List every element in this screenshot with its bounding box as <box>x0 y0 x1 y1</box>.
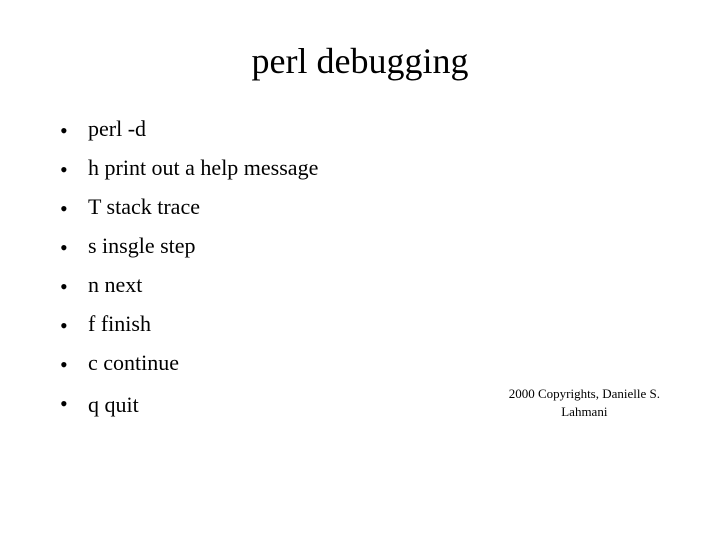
bullet-text: perl -d <box>88 112 660 145</box>
list-item: • n next <box>60 268 660 303</box>
bullet-list: • perl -d • h print out a help message •… <box>60 112 660 425</box>
bullet-text: f finish <box>88 307 660 340</box>
last-row: q quit 2000 Copyrights, Danielle S. Lahm… <box>88 385 660 421</box>
list-item: • c continue <box>60 346 660 381</box>
bullet-dot: • <box>60 192 88 225</box>
bullet-dot: • <box>60 309 88 342</box>
bullet-dot: • <box>60 270 88 303</box>
list-item: • s insgle step <box>60 229 660 264</box>
bullet-dot: • <box>60 231 88 264</box>
slide-title: perl debugging <box>60 40 660 82</box>
bullet-text: s insgle step <box>88 229 660 262</box>
list-item: • h print out a help message <box>60 151 660 186</box>
bullet-text: h print out a help message <box>88 151 660 184</box>
list-item: • f finish <box>60 307 660 342</box>
bullet-dot: • <box>60 114 88 147</box>
slide: perl debugging • perl -d • h print out a… <box>0 0 720 540</box>
bullet-text: c continue <box>88 346 660 379</box>
bullet-text: n next <box>88 268 660 301</box>
list-item: • T stack trace <box>60 190 660 225</box>
bullet-dot: • <box>60 153 88 186</box>
list-item: • perl -d <box>60 112 660 147</box>
bullet-dot: • <box>60 387 88 420</box>
copyright: 2000 Copyrights, Danielle S. Lahmani <box>509 385 660 421</box>
bullet-text: q quit <box>88 388 489 421</box>
list-item: • q quit 2000 Copyrights, Danielle S. La… <box>60 385 660 421</box>
bullet-text: T stack trace <box>88 190 660 223</box>
bullet-dot: • <box>60 348 88 381</box>
